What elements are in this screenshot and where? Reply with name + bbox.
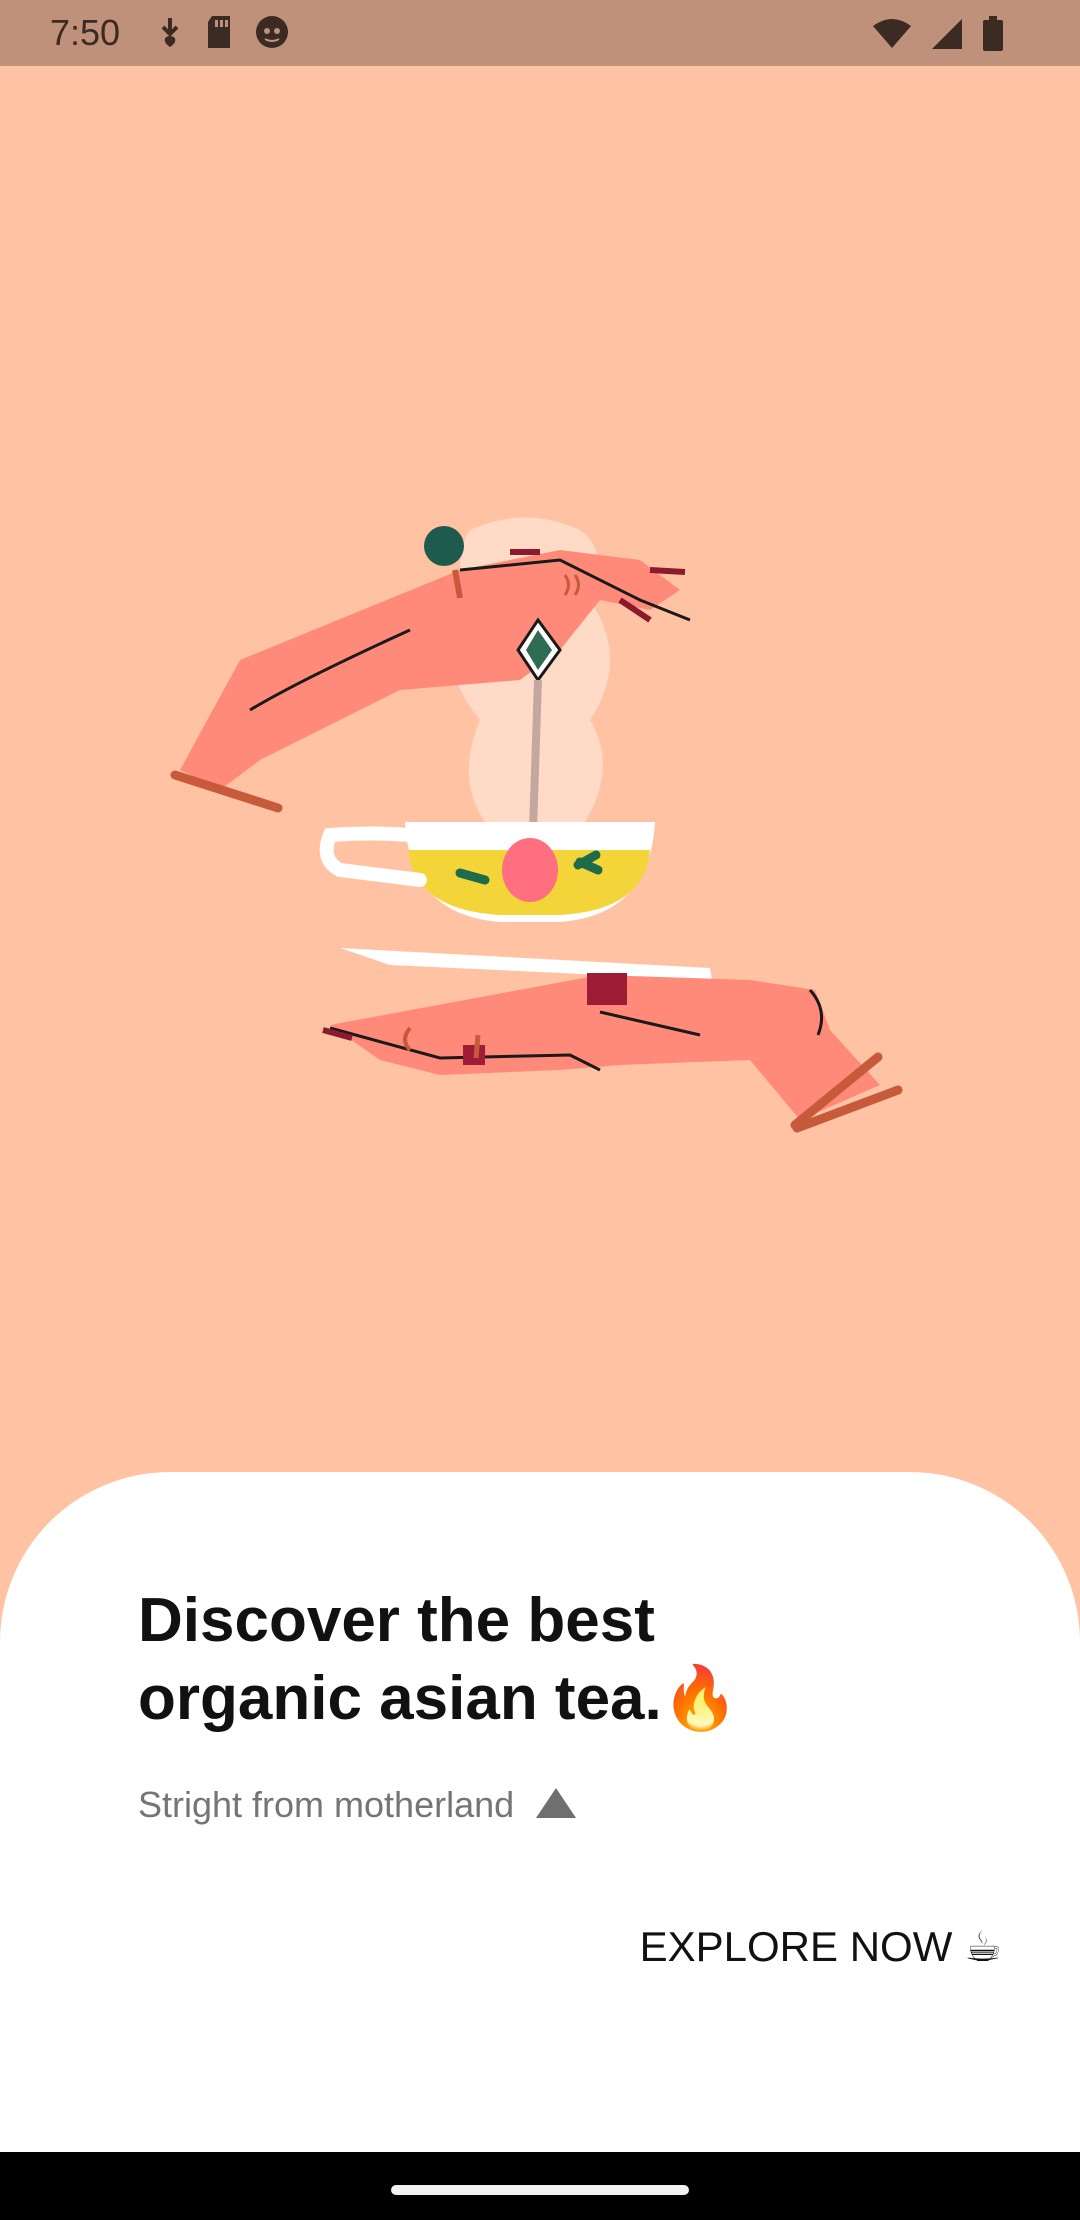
- subtitle: Stright from motherland: [138, 1784, 577, 1826]
- wifi-icon: [873, 19, 911, 48]
- headline-line-2-text: organic asian tea.: [138, 1664, 662, 1733]
- headline-line-1: Discover the best: [138, 1586, 655, 1655]
- system-icons: [872, 16, 1004, 52]
- headline-line-2: organic asian tea.🔥: [138, 1660, 898, 1738]
- app-face-icon: [256, 16, 288, 48]
- navigation-bar: [0, 2152, 1080, 2220]
- notification-icons: [156, 14, 290, 50]
- status-time: 7:50: [50, 12, 121, 53]
- download-icon: [161, 18, 179, 47]
- headline: Discover the best organic asian tea.🔥: [138, 1582, 898, 1738]
- hero-area: [0, 66, 1080, 1476]
- battery-icon: [983, 16, 1003, 51]
- explore-now-button[interactable]: EXPLORE NOW ☕: [640, 1922, 1002, 1971]
- coffee-cup-emoji: ☕: [964, 1923, 1002, 1970]
- cellular-signal-icon: [932, 19, 962, 49]
- sd-card-icon: [208, 16, 230, 48]
- explore-now-label: EXPLORE NOW: [639, 1922, 953, 1970]
- fire-emoji: 🔥: [661, 1664, 739, 1733]
- tea-illustration: [170, 517, 903, 1133]
- triangle-icon: [536, 1788, 577, 1818]
- subtitle-text: Stright from motherland: [138, 1784, 515, 1825]
- home-indicator[interactable]: [391, 2185, 689, 2195]
- content-sheet: Discover the best organic asian tea.🔥 St…: [0, 1472, 1080, 2152]
- status-bar: 7:50: [0, 0, 1080, 66]
